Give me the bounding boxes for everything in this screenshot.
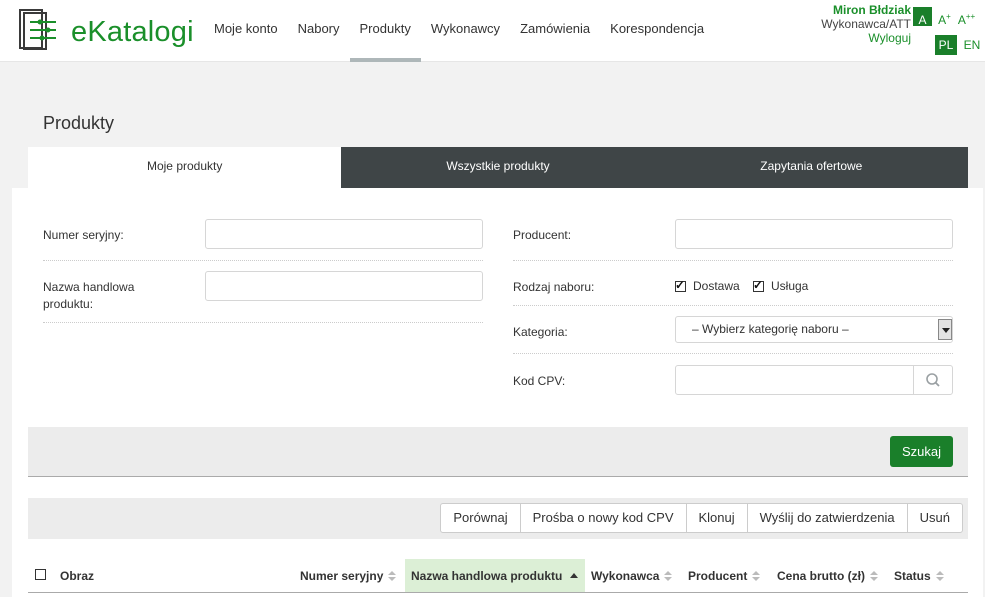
column-numer-seryjny[interactable]: Numer seryjny — [300, 559, 397, 592]
cpv-field — [675, 365, 953, 395]
language-switcher: PL EN — [935, 35, 983, 55]
nav-korespondencja[interactable]: Korespondencja — [600, 0, 714, 62]
products-table-header: Obraz Numer seryjny Nazwa handlowa produ… — [28, 559, 968, 593]
logo-text: eKatalogi — [71, 16, 194, 48]
column-nazwa-handlowa[interactable]: Nazwa handlowa produktu — [405, 559, 585, 592]
column-nazwa-handlowa-label: Nazwa handlowa produktu — [411, 569, 563, 583]
clone-button[interactable]: Klonuj — [685, 503, 748, 533]
logout-link[interactable]: Wyloguj — [821, 31, 911, 45]
font-size-xlarge-label: A — [957, 13, 966, 27]
font-size-switcher: A A+ A++ — [913, 7, 976, 27]
font-size-normal-button[interactable]: A — [913, 7, 932, 27]
column-numer-seryjny-label: Numer seryjny — [300, 569, 384, 583]
cpv-input[interactable] — [676, 366, 912, 394]
sort-icon — [752, 571, 761, 581]
column-status-label: Status — [894, 569, 931, 583]
action-toolbar: Porównaj Prośba o nowy kod CPV Klonuj Wy… — [28, 498, 968, 539]
column-wykonawca-label: Wykonawca — [591, 569, 660, 583]
delivery-checkbox-label: Dostawa — [693, 279, 740, 293]
user-role: Wykonawca/ATT — [821, 17, 911, 31]
column-wykonawca[interactable]: Wykonawca — [591, 559, 673, 592]
trade-name-input[interactable] — [205, 271, 483, 301]
nav-wykonawcy[interactable]: Wykonawcy — [421, 0, 510, 62]
service-checkbox-box[interactable] — [753, 278, 764, 292]
tab-moje-produkty[interactable]: Moje produkty — [28, 147, 342, 188]
top-header: eKatalogi Moje konto Nabory Produkty Wyk… — [0, 0, 985, 62]
sort-ascending-icon — [570, 573, 579, 580]
recruitment-type-label: Rodzaj naboru: — [513, 280, 595, 294]
font-size-large-label: A — [938, 13, 947, 27]
compare-button[interactable]: Porównaj — [440, 503, 521, 533]
cpv-label: Kod CPV: — [513, 374, 566, 388]
serial-number-label: Numer seryjny: — [43, 228, 124, 242]
user-info: Miron Błdziak Wykonawca/ATT Wyloguj — [821, 3, 911, 45]
delivery-checkbox-box[interactable] — [675, 278, 686, 292]
action-buttons: Porównaj Prośba o nowy kod CPV Klonuj Wy… — [440, 503, 963, 533]
nav-produkty[interactable]: Produkty — [349, 0, 422, 62]
select-all-checkbox[interactable] — [35, 569, 46, 580]
form-divider — [43, 260, 483, 261]
font-size-xlarge-mark: ++ — [965, 12, 976, 21]
ekatalogi-logo[interactable]: eKatalogi — [18, 8, 194, 52]
language-pl-button[interactable]: PL — [935, 35, 957, 55]
producer-label: Producent: — [513, 228, 572, 242]
tab-zapytania-ofertowe[interactable]: Zapytania ofertowe — [655, 147, 968, 188]
search-icon — [926, 373, 940, 387]
serial-number-input[interactable] — [205, 219, 483, 249]
sort-icon — [388, 571, 397, 581]
tab-wszystkie-produkty[interactable]: Wszystkie produkty — [341, 147, 654, 188]
submit-approval-button[interactable]: Wyślij do zatwierdzenia — [746, 503, 908, 533]
form-divider — [513, 353, 953, 354]
category-selected-value: – Wybierz kategorię naboru – — [692, 322, 849, 336]
form-divider — [43, 322, 483, 323]
column-producent[interactable]: Producent — [688, 559, 761, 592]
nav-moje-konto[interactable]: Moje konto — [204, 0, 288, 62]
column-cena-brutto[interactable]: Cena brutto (zł) — [777, 559, 878, 592]
trade-name-label: Nazwa handlowa produktu: — [43, 280, 135, 311]
sort-icon — [664, 571, 673, 581]
search-bar — [28, 427, 968, 477]
producer-input[interactable] — [675, 219, 953, 249]
font-size-xlarge-button[interactable]: A++ — [957, 7, 976, 27]
column-status[interactable]: Status — [894, 559, 944, 592]
nav-nabory[interactable]: Nabory — [288, 0, 350, 62]
font-size-normal-label: A — [918, 13, 927, 27]
category-select[interactable]: – Wybierz kategorię naboru – — [675, 316, 953, 343]
product-tabs: Moje produkty Wszystkie produkty Zapytan… — [28, 147, 968, 188]
sort-icon — [935, 571, 944, 581]
main-nav: Moje konto Nabory Produkty Wykonawcy Zam… — [204, 0, 714, 62]
delete-button[interactable]: Usuń — [906, 503, 963, 533]
page-title: Produkty — [43, 113, 115, 133]
user-name: Miron Błdziak — [832, 3, 911, 17]
font-size-large-mark: + — [946, 12, 951, 21]
font-size-large-button[interactable]: A+ — [935, 7, 954, 27]
catalog-logo-icon — [19, 9, 56, 50]
language-en-button[interactable]: EN — [961, 35, 983, 55]
search-button[interactable]: Szukaj — [890, 436, 953, 467]
column-cena-brutto-label: Cena brutto (zł) — [777, 569, 865, 583]
form-divider — [513, 260, 953, 261]
sort-icon — [870, 571, 878, 581]
category-label: Kategoria: — [513, 325, 568, 339]
form-divider — [513, 305, 953, 306]
column-producent-label: Producent — [688, 569, 748, 583]
chevron-down-icon[interactable] — [938, 319, 952, 340]
nav-zamowienia[interactable]: Zamówienia — [510, 0, 600, 62]
service-checkbox-label: Usługa — [771, 279, 809, 293]
request-cpv-button[interactable]: Prośba o nowy kod CPV — [519, 503, 687, 533]
service-checkbox[interactable]: Usługa — [753, 278, 809, 293]
delivery-checkbox[interactable]: Dostawa — [675, 278, 740, 293]
column-obraz: Obraz — [60, 569, 95, 583]
cpv-search-button[interactable] — [913, 366, 952, 394]
